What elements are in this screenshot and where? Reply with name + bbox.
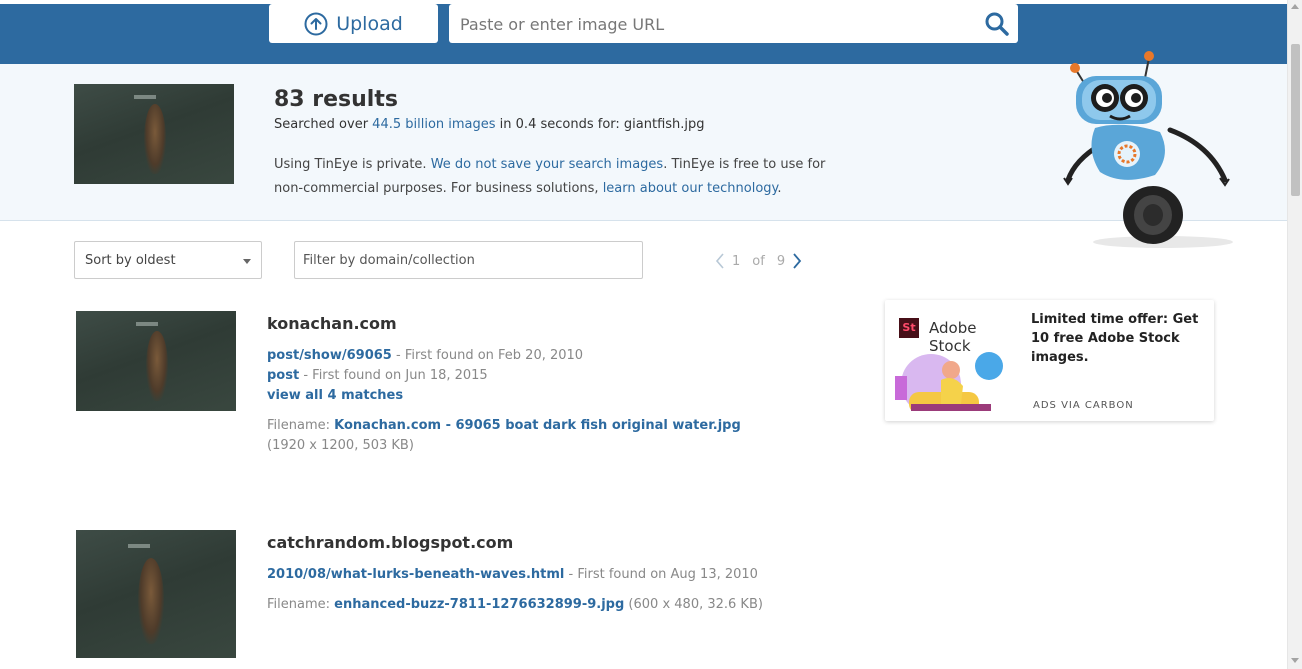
upload-arrow-icon <box>304 12 328 35</box>
pagination: 1 of 9 <box>714 250 803 272</box>
chevron-down-icon <box>243 259 251 264</box>
view-all-line: view all 4 matches <box>267 388 403 403</box>
filename-label: Filename: <box>267 597 335 612</box>
result-domain: catchrandom.blogspot.com <box>267 533 514 552</box>
match-line: post/show/69065 - First found on Feb 20,… <box>267 348 583 363</box>
page-current: 1 <box>732 253 741 269</box>
search-stats-prefix: Searched over <box>274 117 373 132</box>
image-url-input[interactable] <box>458 4 982 45</box>
match-found-date: - First found on Aug 13, 2010 <box>564 567 758 582</box>
tineye-robot-mascot <box>1063 51 1233 248</box>
upload-label: Upload <box>336 12 403 35</box>
ads-via-carbon: ADS VIA CARBON <box>1033 400 1134 411</box>
scroll-down-arrow-icon[interactable] <box>1291 658 1299 663</box>
page-total: 9 <box>776 253 786 269</box>
privacy-note: Using TinEye is private. We do not save … <box>274 153 834 201</box>
match-found-date: - First found on Feb 20, 2010 <box>391 348 584 363</box>
page-scrollbar[interactable] <box>1287 0 1302 669</box>
ad-illustration <box>895 352 1003 411</box>
indexed-images-link[interactable]: 44.5 billion images <box>372 117 495 132</box>
search-stats: Searched over 44.5 billion images in 0.4… <box>274 117 705 132</box>
match-link[interactable]: post <box>267 368 299 383</box>
filename-line: Filename: enhanced-buzz-7811-1276632899-… <box>267 597 763 612</box>
filename-line: Filename: Konachan.com - 69065 boat dark… <box>267 418 741 433</box>
match-link[interactable]: 2010/08/what-lurks-beneath-waves.html <box>267 567 564 582</box>
upload-button[interactable]: Upload <box>269 4 438 43</box>
file-info: (1920 x 1200, 503 KB) <box>267 438 414 453</box>
previous-page-icon[interactable] <box>714 252 726 270</box>
scrollbar-thumb[interactable] <box>1291 44 1300 196</box>
filename-link[interactable]: enhanced-buzz-7811-1276632899-9.jpg <box>334 597 624 612</box>
match-line: 2010/08/what-lurks-beneath-waves.html - … <box>267 567 758 582</box>
domain-filter-input[interactable] <box>294 241 643 279</box>
search-stats-middle: in 0.4 seconds for: <box>495 117 624 132</box>
technology-link[interactable]: learn about our technology <box>603 181 778 196</box>
result-thumbnail[interactable] <box>76 530 236 658</box>
next-page-icon[interactable] <box>791 252 803 270</box>
no-save-link[interactable]: We do not save your search images <box>431 157 664 172</box>
query-image-thumbnail <box>74 84 234 184</box>
ad-text: Limited time offer: Get 10 free Adobe St… <box>1031 312 1199 365</box>
privacy-text-3: . <box>777 181 782 196</box>
sort-dropdown[interactable]: Sort by oldest <box>74 241 262 279</box>
ad-image: St Adobe Stock <box>891 310 1021 411</box>
scroll-up-arrow-icon[interactable] <box>1291 4 1299 9</box>
filename-link[interactable]: Konachan.com - 69065 boat dark fish orig… <box>334 418 741 433</box>
page-of: of <box>752 253 765 269</box>
filename-label: Filename: <box>267 418 335 433</box>
query-filename: giantfish.jpg <box>623 117 705 132</box>
url-search-box <box>449 4 1018 45</box>
adobe-stock-logo: St <box>899 318 919 338</box>
privacy-text-1: Using TinEye is private. <box>274 157 431 172</box>
match-link[interactable]: post/show/69065 <box>267 348 392 363</box>
result-thumbnail[interactable] <box>76 311 236 411</box>
search-icon[interactable] <box>984 11 1010 37</box>
sort-value: Sort by oldest <box>85 253 176 268</box>
carbon-ad[interactable]: St Adobe Stock Limited time offer: Get 1… <box>885 300 1214 421</box>
match-found-date: - First found on Jun 18, 2015 <box>299 368 488 383</box>
view-all-matches-link[interactable]: view all 4 matches <box>267 388 403 403</box>
match-line: post - First found on Jun 18, 2015 <box>267 368 488 383</box>
results-count: 83 results <box>274 87 398 112</box>
file-info: (600 x 480, 32.6 KB) <box>624 597 763 612</box>
result-domain: konachan.com <box>267 314 397 333</box>
